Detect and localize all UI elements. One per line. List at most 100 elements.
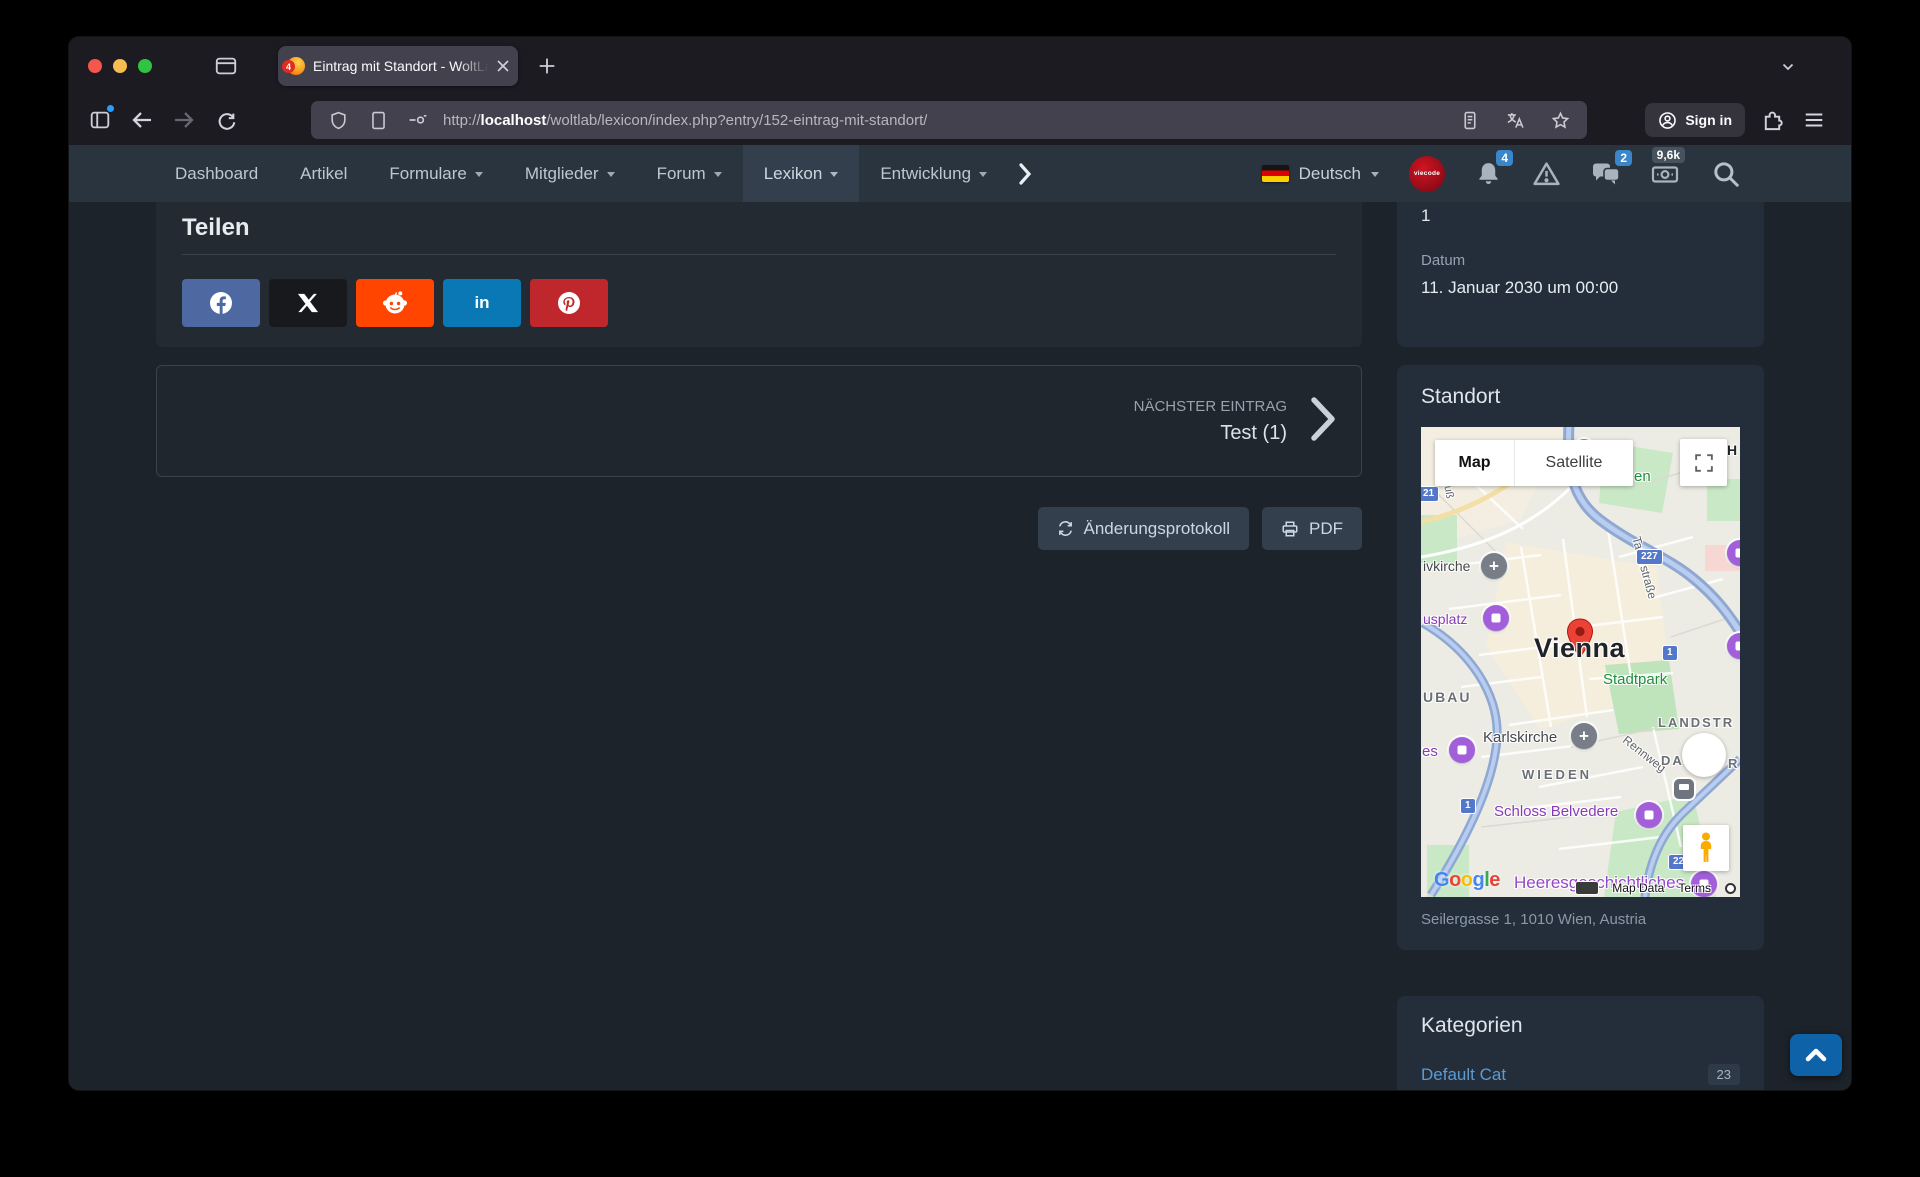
currency-icon[interactable]: 9,6k bbox=[1651, 160, 1681, 187]
nav-item-formulare[interactable]: Formulare bbox=[368, 145, 503, 202]
firefox-view-icon[interactable] bbox=[214, 54, 238, 78]
terms-link[interactable]: Terms bbox=[1678, 881, 1711, 895]
page-info-icon[interactable] bbox=[363, 105, 393, 135]
urlbar-action-icons bbox=[1455, 105, 1575, 135]
minimize-window-button[interactable] bbox=[113, 59, 127, 73]
share-pinterest-button[interactable] bbox=[530, 279, 608, 327]
map-data-link[interactable]: Map Data bbox=[1612, 881, 1664, 895]
pan-control[interactable] bbox=[1682, 733, 1726, 777]
zoom-window-button[interactable] bbox=[138, 59, 152, 73]
map-label-district: UBAU bbox=[1423, 689, 1471, 705]
transit-station-icon[interactable] bbox=[1674, 779, 1694, 799]
nav-item-artikel[interactable]: Artikel bbox=[279, 145, 368, 202]
close-window-button[interactable] bbox=[88, 59, 102, 73]
next-entry-kicker: NÄCHSTER EINTRAG bbox=[1134, 398, 1287, 415]
map-label-district: DA bbox=[1661, 753, 1684, 768]
scroll-to-top-button[interactable] bbox=[1790, 1034, 1842, 1076]
conversations-icon[interactable]: 2 bbox=[1591, 160, 1621, 187]
google-map[interactable]: Vienna Stadtpark LANDSTR Karlskirche WIE… bbox=[1421, 427, 1740, 897]
entry-info-box: 1 Datum 11. Januar 2030 um 00:00 bbox=[1397, 202, 1764, 347]
nav-item-lexikon[interactable]: Lexikon bbox=[743, 145, 860, 202]
url-host: localhost bbox=[481, 112, 547, 129]
keyboard-shortcuts-icon[interactable] bbox=[1576, 882, 1598, 894]
map-type-control: Map Satellite bbox=[1435, 440, 1633, 486]
notifications-bell-icon[interactable]: 4 bbox=[1475, 160, 1502, 187]
nav-item-entwicklung[interactable]: Entwicklung bbox=[859, 145, 1008, 202]
extensions-icon[interactable] bbox=[1757, 105, 1787, 135]
permissions-icon[interactable] bbox=[403, 105, 433, 135]
map-label-poi: usplatz bbox=[1423, 611, 1467, 627]
pdf-button[interactable]: PDF bbox=[1262, 507, 1362, 550]
menu-hamburger-icon[interactable] bbox=[1799, 105, 1829, 135]
tab-title: Eintrag mit Standort - WoltLab S bbox=[313, 58, 489, 74]
categories-box: Kategorien Default Cat 23 bbox=[1397, 996, 1764, 1090]
museum-poi-icon[interactable] bbox=[1636, 802, 1662, 828]
pdf-label: PDF bbox=[1309, 519, 1343, 539]
url-text[interactable]: http://localhost/woltlab/lexicon/index.p… bbox=[443, 112, 927, 129]
route-badge: 227 bbox=[1637, 550, 1662, 564]
attraction-poi-icon[interactable] bbox=[1483, 605, 1509, 631]
reader-mode-icon[interactable] bbox=[1455, 105, 1485, 135]
share-reddit-button[interactable] bbox=[356, 279, 434, 327]
map-type-map-button[interactable]: Map bbox=[1435, 440, 1514, 486]
nav-overflow-chevron-icon[interactable] bbox=[1018, 162, 1032, 186]
date-label: Datum bbox=[1421, 252, 1740, 269]
x-twitter-icon bbox=[297, 292, 319, 314]
street-view-pegman-icon[interactable] bbox=[1683, 825, 1729, 871]
url-bar[interactable]: http://localhost/woltlab/lexicon/index.p… bbox=[311, 101, 1587, 139]
close-tab-icon[interactable] bbox=[497, 60, 509, 72]
map-label-poi: Schloss Belvedere bbox=[1494, 803, 1618, 820]
share-buttons: in bbox=[182, 279, 1336, 327]
reload-icon[interactable] bbox=[211, 105, 241, 135]
changelog-button[interactable]: Änderungsprotokoll bbox=[1038, 507, 1249, 550]
share-x-button[interactable] bbox=[269, 279, 347, 327]
shield-icon[interactable] bbox=[323, 105, 353, 135]
german-flag-icon bbox=[1262, 165, 1289, 182]
list-all-tabs-icon[interactable] bbox=[1779, 57, 1797, 75]
language-selector[interactable]: Deutsch bbox=[1262, 164, 1379, 184]
sign-in-button[interactable]: Sign in bbox=[1645, 103, 1745, 137]
church-poi-icon[interactable]: + bbox=[1481, 553, 1507, 579]
divider bbox=[182, 254, 1336, 255]
chevron-down-icon bbox=[607, 172, 615, 181]
search-icon[interactable] bbox=[1711, 159, 1741, 189]
map-type-satellite-button[interactable]: Satellite bbox=[1514, 440, 1633, 486]
reddit-icon bbox=[380, 288, 410, 318]
share-title: Teilen bbox=[182, 214, 1336, 242]
favicon-notification-badge: 4 bbox=[282, 60, 295, 73]
new-tab-button[interactable] bbox=[536, 55, 558, 77]
back-icon[interactable] bbox=[127, 105, 157, 135]
google-logo[interactable]: Google bbox=[1434, 869, 1500, 892]
forward-icon[interactable] bbox=[169, 105, 199, 135]
browser-window: 4 Eintrag mit Standort - WoltLab S bbox=[69, 37, 1851, 1090]
chevron-down-icon bbox=[979, 172, 987, 181]
location-box: Standort bbox=[1397, 365, 1764, 950]
url-path: /woltlab/lexicon/index.php?entry/152-ein… bbox=[546, 112, 927, 129]
nav-item-dashboard[interactable]: Dashboard bbox=[154, 145, 279, 202]
share-linkedin-button[interactable]: in bbox=[443, 279, 521, 327]
printer-icon bbox=[1281, 520, 1299, 538]
date-value: 11. Januar 2030 um 00:00 bbox=[1421, 278, 1740, 298]
aquarium-poi-icon[interactable] bbox=[1449, 737, 1475, 763]
category-row: Default Cat 23 bbox=[1421, 1064, 1740, 1085]
next-entry-card[interactable]: NÄCHSTER EINTRAG Test (1) bbox=[156, 365, 1362, 477]
category-link[interactable]: Default Cat bbox=[1421, 1065, 1506, 1085]
nav-item-forum[interactable]: Forum bbox=[636, 145, 743, 202]
browser-tab[interactable]: 4 Eintrag mit Standort - WoltLab S bbox=[278, 46, 518, 86]
linkedin-icon: in bbox=[474, 293, 489, 313]
map-label-park: en bbox=[1634, 468, 1651, 485]
map-label-district: WIEDEN bbox=[1522, 767, 1592, 782]
tab-bar: 4 Eintrag mit Standort - WoltLab S bbox=[69, 37, 1851, 95]
bookmark-star-icon[interactable] bbox=[1545, 105, 1575, 135]
share-facebook-button[interactable] bbox=[182, 279, 260, 327]
map-settings-icon[interactable] bbox=[1725, 883, 1736, 894]
translate-icon[interactable] bbox=[1500, 105, 1530, 135]
nav-item-mitglieder[interactable]: Mitglieder bbox=[504, 145, 636, 202]
user-avatar[interactable]: viecode bbox=[1409, 156, 1445, 192]
moderation-warning-icon[interactable] bbox=[1532, 160, 1561, 187]
pinterest-icon bbox=[554, 288, 584, 318]
page-content: Teilen in bbox=[69, 202, 1851, 1090]
fullscreen-icon[interactable] bbox=[1680, 439, 1727, 486]
church-poi-icon[interactable]: + bbox=[1571, 723, 1597, 749]
sidebar-toggle-icon[interactable] bbox=[85, 105, 115, 135]
